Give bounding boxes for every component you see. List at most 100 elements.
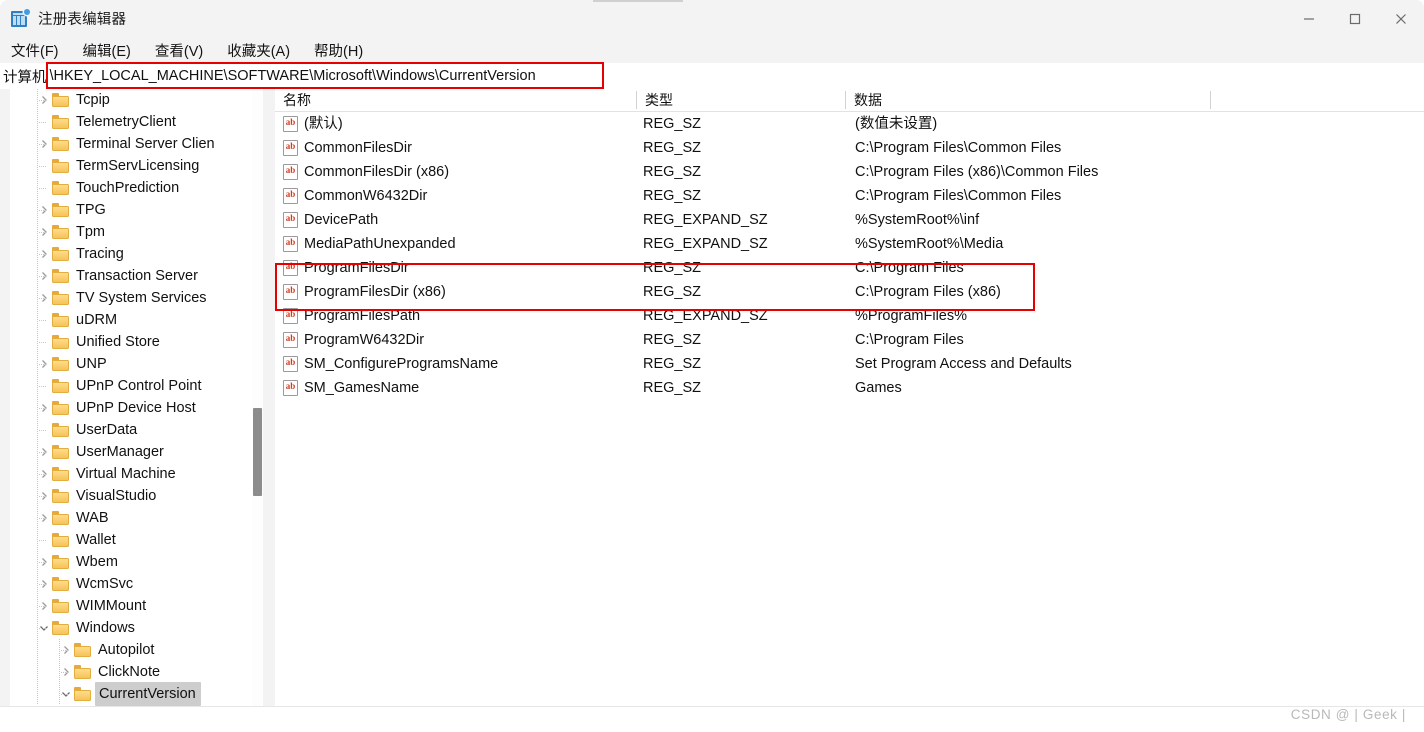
column-header-type[interactable]: 类型 <box>637 89 845 111</box>
window-controls <box>1286 0 1424 37</box>
tree-item-label: UPnP Device Host <box>76 400 196 416</box>
tree-item-tv-system-services[interactable]: TV System Services <box>10 287 261 309</box>
tree-item-wallet[interactable]: Wallet <box>10 529 261 551</box>
value-name: DevicePath <box>304 212 379 228</box>
tree-item-visualstudio[interactable]: VisualStudio <box>10 485 261 507</box>
title-accent <box>593 0 683 2</box>
value-data: C:\Program Files <box>855 260 964 276</box>
tree-item-virtual-machine[interactable]: Virtual Machine <box>10 463 261 485</box>
tree-item-wcmsvc[interactable]: WcmSvc <box>10 573 261 595</box>
tree-item-label: ClickNote <box>98 664 161 680</box>
folder-icon <box>52 291 69 305</box>
string-value-icon: ab <box>283 140 298 156</box>
title-bar: 注册表编辑器 <box>0 0 1424 37</box>
value-row[interactable]: ab ProgramFilesDir REG_SZ C:\Program Files <box>275 256 1424 280</box>
tree-item-terminal-server-clien[interactable]: Terminal Server Clien <box>10 133 261 155</box>
value-row[interactable]: ab CommonW6432Dir REG_SZ C:\Program Files\C… <box>275 184 1424 208</box>
tree-item-udrm[interactable]: uDRM <box>10 309 261 331</box>
value-row[interactable]: ab CommonFilesDir REG_SZ C:\Program Files\C… <box>275 136 1424 160</box>
value-row[interactable]: ab DevicePath REG_EXPAND_SZ %SystemRoot%\in… <box>275 208 1424 232</box>
minimize-button[interactable] <box>1286 0 1332 37</box>
tree-item-tpg[interactable]: TPG <box>10 199 261 221</box>
tree-vertical-scrollbar[interactable] <box>252 89 263 706</box>
tree-item-label: TermServLicensing <box>76 158 200 174</box>
registry-values-pane[interactable]: 名称 类型 数据 ab (默认) REG_SZ (数值未设置) ab CommonFile… <box>275 89 1424 706</box>
value-data: %SystemRoot%\Media <box>855 236 1004 252</box>
menu-help[interactable]: 帮助(H) <box>314 40 363 61</box>
tree-item-label: Autopilot <box>98 642 155 658</box>
tree-item-tpm[interactable]: Tpm <box>10 221 261 243</box>
menu-edit[interactable]: 编辑(E) <box>83 40 131 61</box>
tree-item-userdata[interactable]: UserData <box>10 419 261 441</box>
tree-item-label: UPnP Control Point <box>76 378 202 394</box>
value-type: REG_SZ <box>643 356 702 372</box>
tree-item-label: Virtual Machine <box>76 466 176 482</box>
value-type: REG_SZ <box>643 332 702 348</box>
folder-icon <box>52 379 69 393</box>
tree-item-label: Wallet <box>76 532 116 548</box>
value-data: C:\Program Files <box>855 332 964 348</box>
folder-icon <box>52 467 69 481</box>
tree-item-label: UNP <box>76 356 107 372</box>
tree-item-label: Unified Store <box>76 334 160 350</box>
value-name: SM_ConfigureProgramsName <box>304 356 499 372</box>
close-button[interactable] <box>1378 0 1424 37</box>
tree-item-unified-store[interactable]: Unified Store <box>10 331 261 353</box>
tree-item-unp[interactable]: UNP <box>10 353 261 375</box>
tree-item-currentversion[interactable]: CurrentVersion <box>10 682 261 706</box>
value-row[interactable]: ab SM_ConfigureProgramsName REG_SZ Set Prog… <box>275 352 1424 376</box>
value-type: REG_EXPAND_SZ <box>643 308 768 324</box>
tree-item-windows[interactable]: Windows <box>10 617 261 639</box>
value-row[interactable]: ab MediaPathUnexpanded REG_EXPAND_SZ %Syste… <box>275 232 1424 256</box>
value-row[interactable]: ab ProgramFilesDir (x86) REG_SZ C:\Program … <box>275 280 1424 304</box>
address-bar[interactable]: 计算机 \HKEY_LOCAL_MACHINE\SOFTWARE\Microsof… <box>0 63 1424 89</box>
folder-icon <box>52 577 69 591</box>
folder-icon <box>52 401 69 415</box>
value-name: ProgramW6432Dir <box>304 332 425 348</box>
value-row[interactable]: ab (默认) REG_SZ (数值未设置) <box>275 112 1424 136</box>
menu-view[interactable]: 查看(V) <box>155 40 203 61</box>
value-row[interactable]: ab CommonFilesDir (x86) REG_SZ C:\Program F… <box>275 160 1424 184</box>
tree-item-telemetryclient[interactable]: TelemetryClient <box>10 111 261 133</box>
tree-item-usermanager[interactable]: UserManager <box>10 441 261 463</box>
value-row[interactable]: ab ProgramW6432Dir REG_SZ C:\Program Files <box>275 328 1424 352</box>
folder-icon <box>52 357 69 371</box>
tree-item-label: TouchPrediction <box>76 180 180 196</box>
tree-item-wbem[interactable]: Wbem <box>10 551 261 573</box>
menu-file[interactable]: 文件(F) <box>11 40 59 61</box>
tree-item-upnp-device-host[interactable]: UPnP Device Host <box>10 397 261 419</box>
tree-item-touchprediction[interactable]: TouchPrediction <box>10 177 261 199</box>
tree-item-clicknote[interactable]: ClickNote <box>10 661 261 683</box>
maximize-button[interactable] <box>1332 0 1378 37</box>
tree-item-autopilot[interactable]: Autopilot <box>10 639 261 661</box>
value-type: REG_EXPAND_SZ <box>643 236 768 252</box>
tree-item-upnp-control-point[interactable]: UPnP Control Point <box>10 375 261 397</box>
status-bar <box>0 706 1424 732</box>
menu-bar: 文件(F) 编辑(E) 查看(V) 收藏夹(A) 帮助(H) <box>0 37 1424 63</box>
column-header-data[interactable]: 数据 <box>846 89 1210 111</box>
tree-item-transaction-server[interactable]: Transaction Server <box>10 265 261 287</box>
value-name: ProgramFilesDir (x86) <box>304 284 446 300</box>
tree-item-tcpip[interactable]: Tcpip <box>10 89 261 111</box>
folder-icon <box>52 533 69 547</box>
tree-item-wimmount[interactable]: WIMMount <box>10 595 261 617</box>
tree-vertical-scroll-thumb[interactable] <box>253 408 262 496</box>
menu-favorites[interactable]: 收藏夹(A) <box>227 40 290 61</box>
column-header-name[interactable]: 名称 <box>275 89 636 111</box>
value-name: SM_GamesName <box>304 380 420 396</box>
value-row[interactable]: ab ProgramFilesPath REG_EXPAND_SZ %ProgramF… <box>275 304 1424 328</box>
folder-icon <box>52 269 69 283</box>
string-value-icon: ab <box>283 380 298 396</box>
string-value-icon: ab <box>283 284 298 300</box>
value-data: %SystemRoot%\inf <box>855 212 980 228</box>
value-row[interactable]: ab SM_GamesName REG_SZ Games <box>275 376 1424 400</box>
tree-item-label: VisualStudio <box>76 488 157 504</box>
string-value-icon: ab <box>283 188 298 204</box>
tree-item-termservlicensing[interactable]: TermServLicensing <box>10 155 261 177</box>
registry-tree-pane[interactable]: Tcpip TelemetryClient Terminal Server Clie… <box>10 89 262 706</box>
folder-icon <box>74 643 91 657</box>
tree-item-wab[interactable]: WAB <box>10 507 261 529</box>
value-data: C:\Program Files\Common Files <box>855 188 1062 204</box>
tree-item-tracing[interactable]: Tracing <box>10 243 261 265</box>
folder-icon <box>52 511 69 525</box>
